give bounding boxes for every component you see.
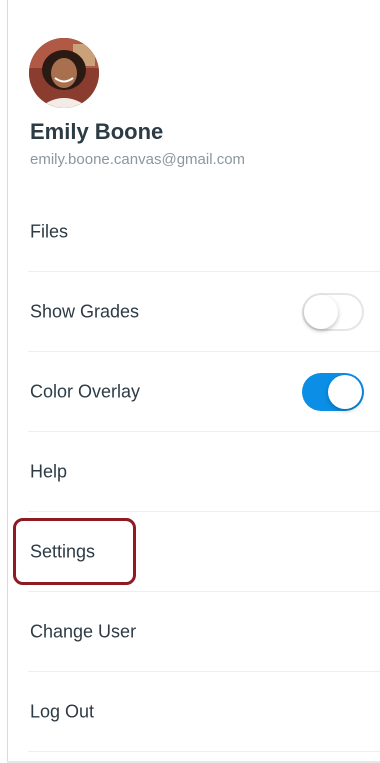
menu-item-label: Log Out: [30, 701, 95, 722]
settings-highlight-box: [13, 518, 136, 585]
user-email: emily.boone.canvas@gmail.com: [30, 151, 246, 168]
menu-item-label: Color Overlay: [30, 381, 141, 402]
menu-item-log-out[interactable]: Log Out: [0, 672, 380, 752]
avatar-photo: [29, 38, 99, 108]
menu-item-label: Show Grades: [30, 301, 140, 322]
menu-item-label: Help: [30, 461, 68, 482]
toggle-knob: [304, 295, 338, 329]
menu-item-help[interactable]: Help: [0, 432, 380, 512]
user-name: Emily Boone: [30, 119, 164, 144]
menu-item-change-user[interactable]: Change User: [0, 592, 380, 672]
show-grades-toggle[interactable]: [302, 293, 364, 331]
profile-menu-panel: Emily Boone emily.boone.canvas@gmail.com…: [0, 0, 380, 763]
menu-item-files[interactable]: Files: [0, 192, 380, 272]
divider: [28, 751, 380, 752]
toggle-knob: [328, 375, 362, 409]
menu-item-show-grades[interactable]: Show Grades: [0, 272, 380, 352]
color-overlay-toggle[interactable]: [302, 373, 364, 411]
menu-item-color-overlay[interactable]: Color Overlay: [0, 352, 380, 432]
avatar[interactable]: [29, 38, 99, 108]
menu-item-label: Change User: [30, 621, 137, 642]
menu-item-label: Files: [30, 221, 69, 242]
